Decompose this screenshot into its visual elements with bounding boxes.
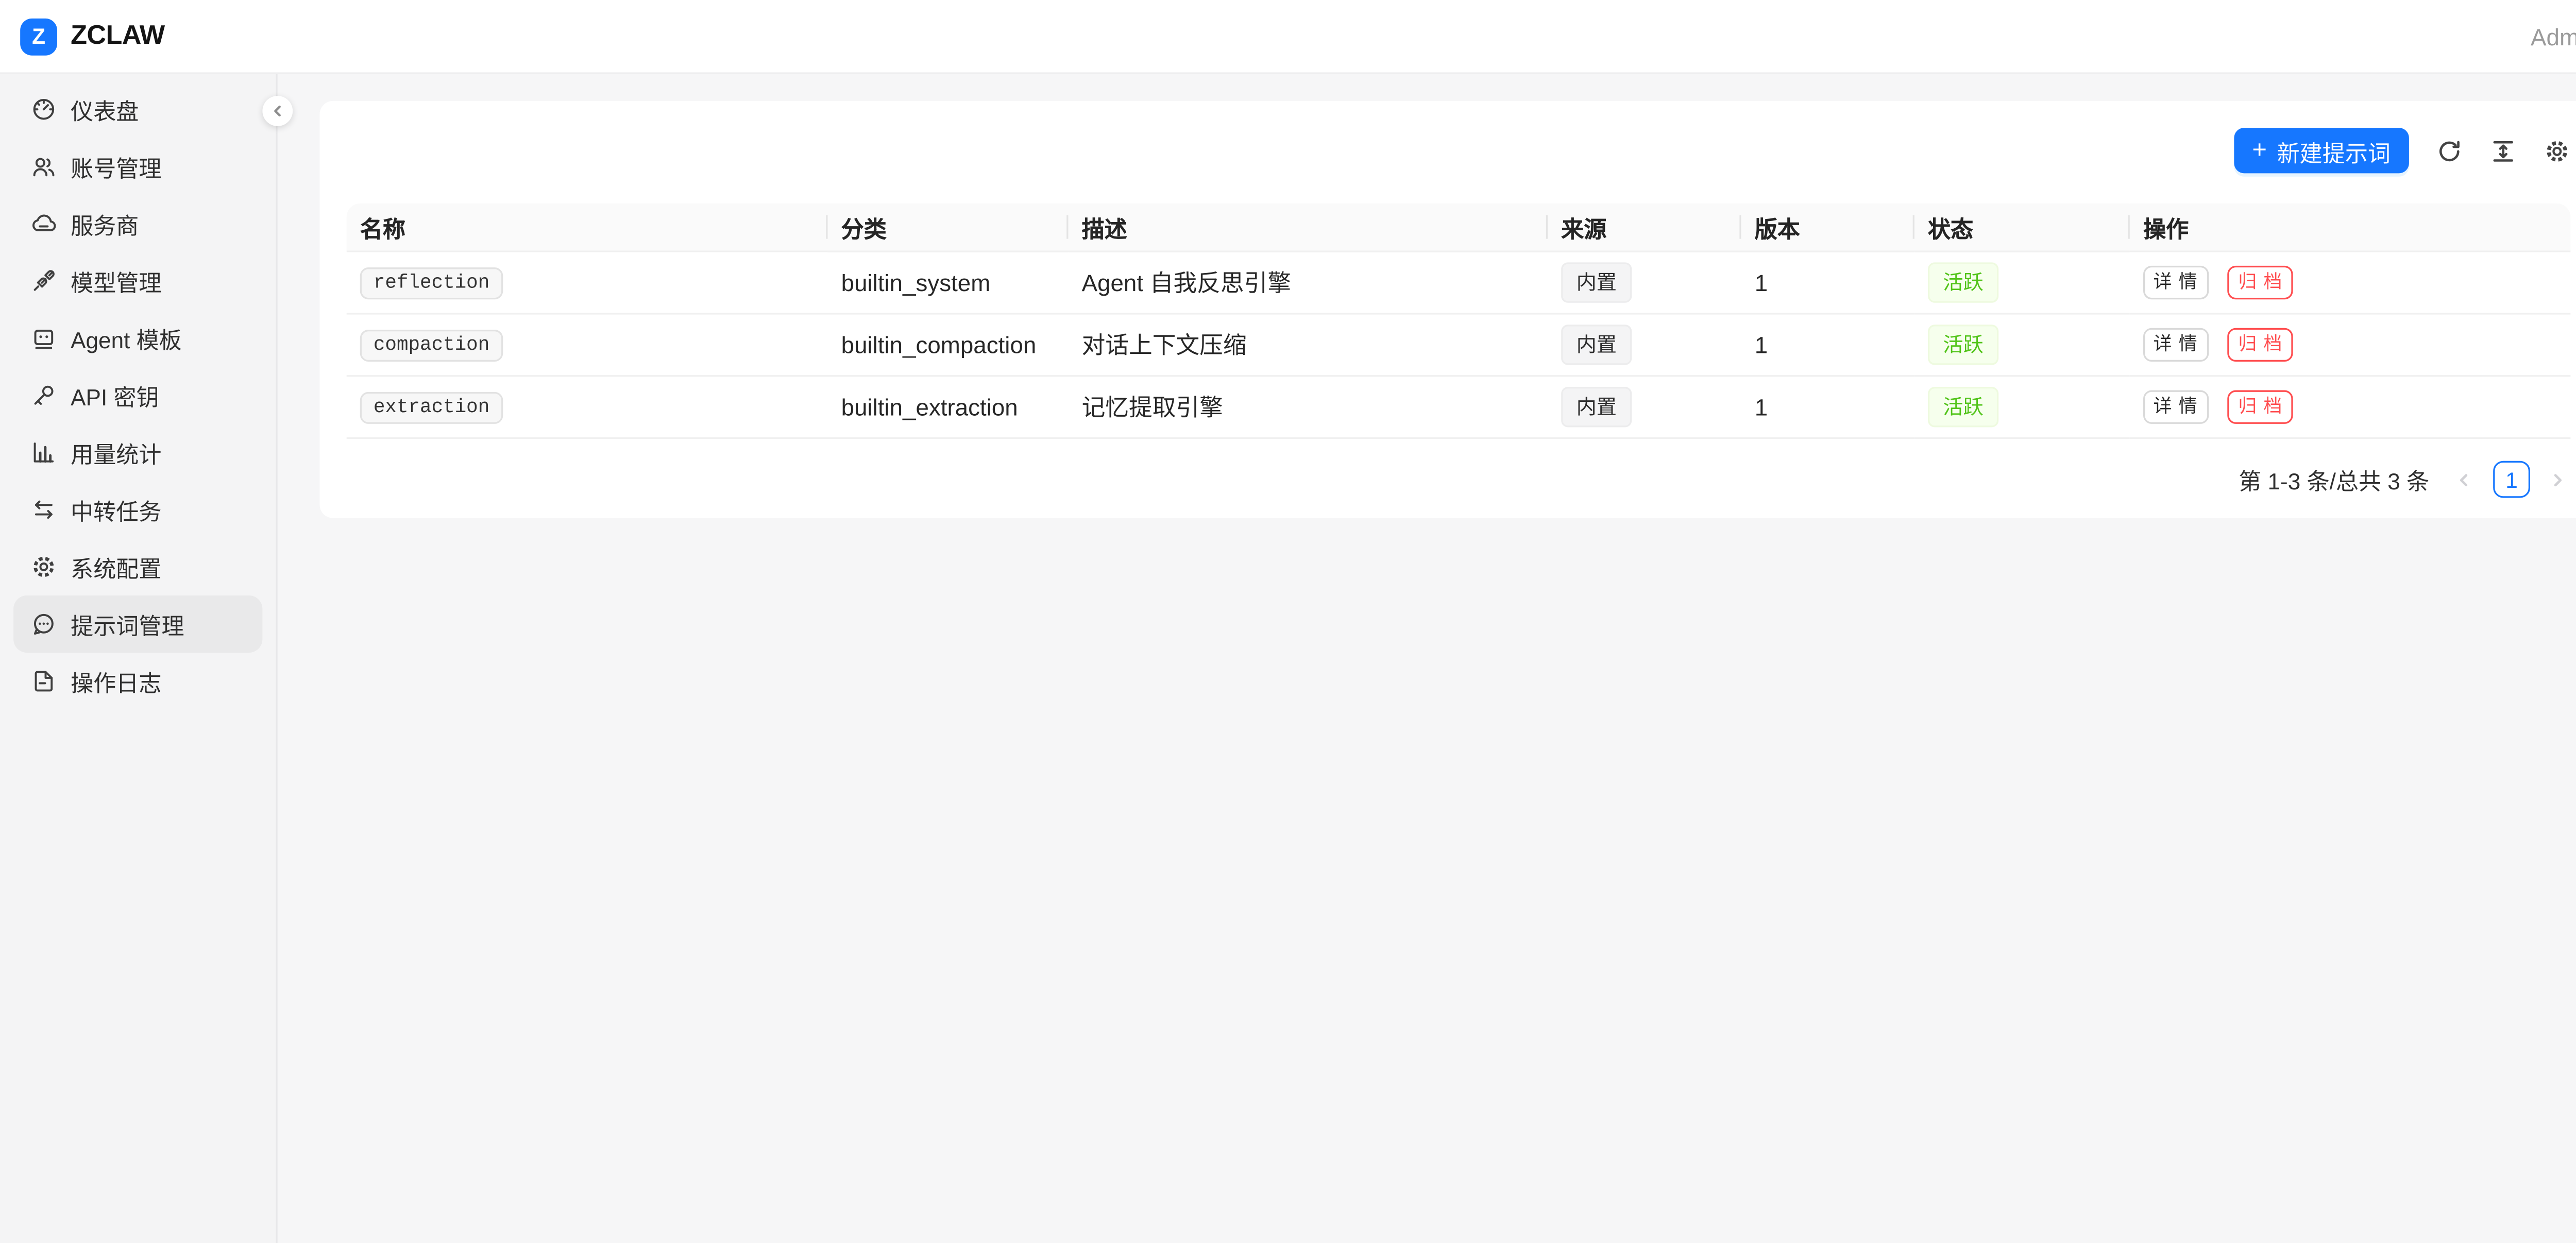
swap-icon [30, 496, 57, 523]
plus-icon: + [2252, 138, 2267, 163]
category-cell: builtin_compaction [828, 315, 1069, 377]
column-height-icon[interactable] [2490, 137, 2517, 164]
table-toolbar: + 新建提示词 [347, 128, 2571, 173]
main-content: + 新建提示词 [278, 74, 2576, 1243]
description-cell: Agent 自我反思引擎 [1068, 252, 1548, 315]
sidebar-item-system-config[interactable]: 系统配置 [13, 538, 262, 595]
sidebar-item-agent-templates[interactable]: Agent 模板 [13, 310, 262, 367]
prompts-table: 名称分类描述来源版本状态操作 reflection builtin_system… [347, 203, 2571, 439]
pagination-prev-button[interactable] [2453, 468, 2477, 491]
new-prompt-button-label: 新建提示词 [2277, 134, 2391, 167]
refresh-icon[interactable] [2436, 137, 2463, 164]
sidebar-nav: 仪表盘 账号管理 服务商 模型管理 Agent 模板 API 密钥 用量统计 中… [13, 81, 262, 710]
key-icon [30, 382, 57, 408]
table-row: compaction builtin_compaction 对话上下文压缩 内置… [347, 315, 2571, 377]
archive-button[interactable]: 归 档 [2228, 266, 2293, 299]
team-icon [30, 153, 57, 180]
message-icon [30, 610, 57, 637]
version-cell: 1 [1741, 315, 1914, 377]
sidebar-item-label: 中转任务 [71, 493, 161, 526]
version-cell: 1 [1741, 252, 1914, 315]
version-cell: 1 [1741, 377, 1914, 439]
source-tag: 内置 [1561, 262, 1632, 302]
sidebar-item-label: 服务商 [71, 207, 139, 241]
sidebar-item-models[interactable]: 模型管理 [13, 252, 262, 310]
column-header: 来源 [1548, 203, 1741, 252]
chevron-left-icon [267, 101, 287, 121]
archive-button[interactable]: 归 档 [2228, 328, 2293, 362]
status-badge: 活跃 [1928, 262, 1998, 302]
detail-button[interactable]: 详 情 [2143, 390, 2208, 424]
brand-name: ZCLAW [71, 21, 165, 52]
prompt-name-tag: extraction [360, 391, 503, 424]
column-header: 状态 [1914, 203, 2130, 252]
top-bar: Z ZCLAW Admin [0, 0, 2576, 74]
table-header-row: 名称分类描述来源版本状态操作 [347, 203, 2571, 252]
table-settings-icon[interactable] [2544, 137, 2570, 164]
prompt-name-tag: reflection [360, 267, 503, 300]
status-badge: 活跃 [1928, 387, 1998, 427]
robot-icon [30, 325, 57, 351]
cloud-server-icon [30, 210, 57, 237]
sidebar-item-operation-logs[interactable]: 操作日志 [13, 653, 262, 710]
table-row: reflection builtin_system Agent 自我反思引擎 内… [347, 252, 2571, 315]
new-prompt-button[interactable]: + 新建提示词 [2233, 128, 2409, 173]
sidebar-item-label: 用量统计 [71, 436, 161, 469]
sidebar-item-usage-stats[interactable]: 用量统计 [13, 424, 262, 481]
source-tag: 内置 [1561, 387, 1632, 427]
column-header: 操作 [2130, 203, 2571, 252]
brand: Z ZCLAW [20, 18, 164, 55]
table-row: extraction builtin_extraction 记忆提取引擎 内置 … [347, 377, 2571, 439]
pagination-page-current[interactable]: 1 [2493, 461, 2530, 498]
setting-icon [30, 553, 57, 580]
description-cell: 记忆提取引擎 [1068, 377, 1548, 439]
sidebar-collapse-button[interactable] [262, 96, 293, 126]
sidebar-item-label: API 密钥 [71, 379, 159, 412]
category-cell: builtin_extraction [828, 377, 1069, 439]
source-tag: 内置 [1561, 325, 1632, 365]
sidebar-item-prompts[interactable]: 提示词管理 [13, 595, 262, 653]
prompts-card: + 新建提示词 [319, 101, 2576, 518]
file-text-icon [30, 668, 57, 694]
sidebar-item-label: 系统配置 [71, 550, 161, 584]
sidebar-item-label: Agent 模板 [71, 321, 182, 355]
column-header: 版本 [1741, 203, 1914, 252]
sidebar: 仪表盘 账号管理 服务商 模型管理 Agent 模板 API 密钥 用量统计 中… [0, 74, 278, 1243]
sidebar-item-label: 提示词管理 [71, 607, 184, 641]
sidebar-item-api-keys[interactable]: API 密钥 [13, 367, 262, 424]
app-logo-icon: Z [20, 18, 57, 55]
sidebar-item-label: 账号管理 [71, 150, 161, 183]
description-cell: 对话上下文压缩 [1068, 315, 1548, 377]
prompt-name-tag: compaction [360, 329, 503, 362]
sidebar-item-relay-tasks[interactable]: 中转任务 [13, 481, 262, 538]
pagination-next-button[interactable] [2547, 468, 2571, 491]
column-header: 描述 [1068, 203, 1548, 252]
pagination: 第 1-3 条/总共 3 条 1 [347, 459, 2571, 499]
bar-chart-icon [30, 439, 57, 466]
dashboard-icon [30, 96, 57, 123]
user-menu[interactable]: Admin [2531, 23, 2576, 49]
sidebar-item-accounts[interactable]: 账号管理 [13, 138, 262, 195]
column-header: 分类 [828, 203, 1069, 252]
sidebar-item-label: 操作日志 [71, 665, 161, 698]
pagination-summary: 第 1-3 条/总共 3 条 [2239, 463, 2429, 496]
sidebar-item-providers[interactable]: 服务商 [13, 195, 262, 252]
column-header: 名称 [347, 203, 828, 252]
status-badge: 活跃 [1928, 325, 1998, 365]
category-cell: builtin_system [828, 252, 1069, 315]
detail-button[interactable]: 详 情 [2143, 328, 2208, 362]
api-icon [30, 267, 57, 294]
detail-button[interactable]: 详 情 [2143, 266, 2208, 299]
sidebar-item-label: 模型管理 [71, 264, 161, 298]
sidebar-item-dashboard[interactable]: 仪表盘 [13, 81, 262, 138]
app-root: Z ZCLAW Admin 仪表盘 账号管理 服务商 模型管理 Agent 模板… [0, 0, 2576, 1243]
sidebar-item-label: 仪表盘 [71, 93, 139, 126]
archive-button[interactable]: 归 档 [2228, 390, 2293, 424]
